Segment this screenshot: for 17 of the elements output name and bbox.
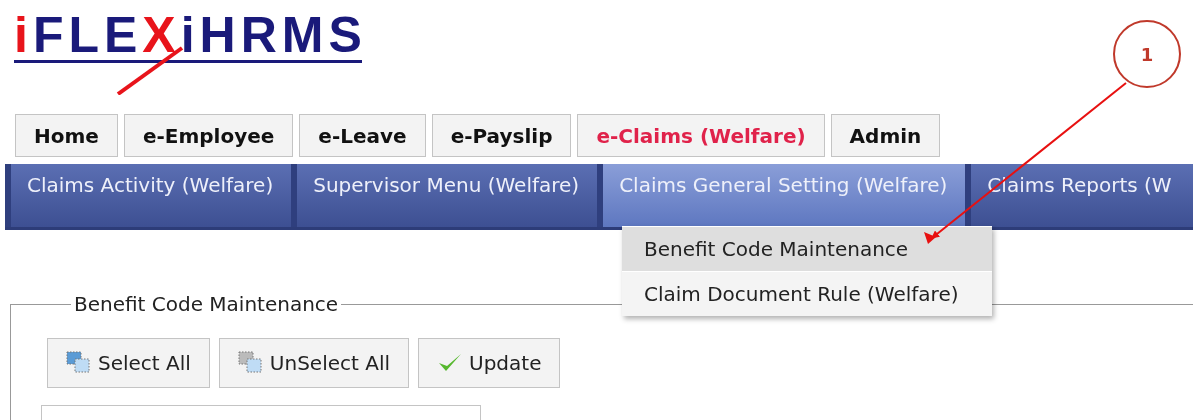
dropdown-item[interactable]: Benefit Code Maintenance [622, 226, 992, 271]
main-tab[interactable]: e-Payslip [431, 114, 572, 157]
select-all-icon [66, 351, 92, 375]
main-tab[interactable]: e-Employee [123, 114, 294, 157]
main-tab[interactable]: Admin [830, 114, 941, 157]
menu-item[interactable]: Claims Activity (Welfare) [5, 164, 292, 227]
action-button[interactable]: UnSelect All [218, 338, 410, 388]
main-tab[interactable]: Home [15, 114, 118, 157]
logo: i FLEXiHRMS [14, 0, 378, 97]
action-button[interactable]: Select All [47, 338, 210, 388]
main-tab[interactable]: e-Leave [299, 114, 426, 157]
main-tab[interactable]: e-Claims (Welfare) [577, 114, 825, 157]
action-button[interactable]: Update [418, 338, 561, 388]
dropdown-item[interactable]: Claim Document Rule (Welfare) [622, 271, 992, 316]
callout-number: 1 [1113, 20, 1181, 88]
unselect-all-icon [237, 351, 264, 375]
panel-legend: Benefit Code Maintenance [71, 292, 342, 316]
